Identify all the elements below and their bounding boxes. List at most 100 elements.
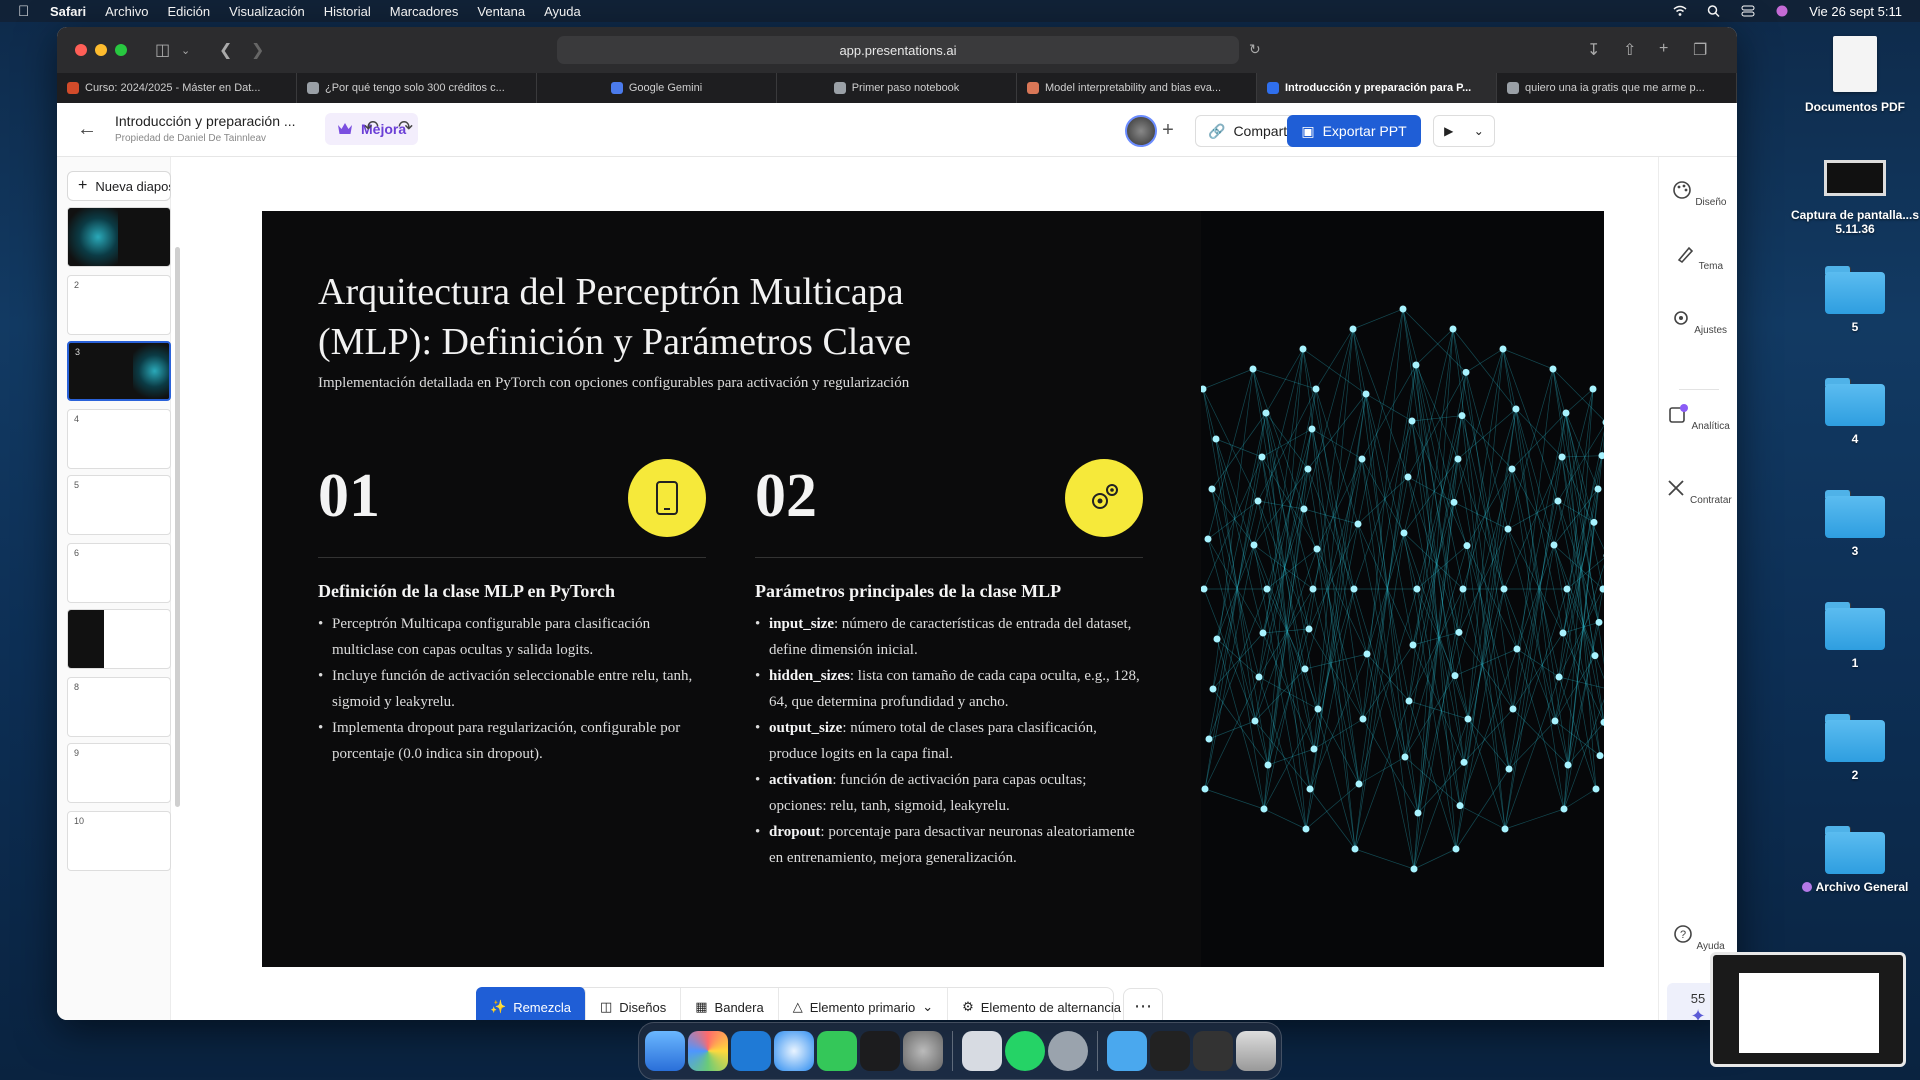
address-bar[interactable]: app.presentations.ai — [557, 36, 1239, 64]
tab-course[interactable]: Curso: 2024/2025 - Máster en Dat... — [57, 73, 297, 103]
new-slide-button[interactable]: + Nueva diaposi — [67, 171, 171, 201]
desktop-folder-archivo-general[interactable]: Archivo General — [1790, 826, 1920, 894]
network-node — [1262, 409, 1270, 417]
slide-subtitle[interactable]: Implementación detallada en PyTorch con … — [318, 375, 909, 392]
slide-thumbnail-4[interactable]: 4 — [67, 409, 171, 469]
slides-scrollbar[interactable] — [175, 247, 180, 807]
redo-icon[interactable]: ↷ — [398, 117, 413, 138]
slide-thumbnail-7[interactable]: 7 — [67, 609, 171, 669]
siri-icon[interactable] — [1775, 5, 1789, 17]
back-arrow-icon[interactable]: ← — [77, 118, 97, 141]
desktop-folder-5[interactable]: 5 — [1790, 266, 1920, 334]
share-icon[interactable]: ⇧ — [1623, 40, 1636, 60]
slide-thumbnail-5[interactable]: 5 — [67, 475, 171, 535]
slide-thumbnail-3[interactable]: 3 — [67, 341, 171, 401]
tab-notebook[interactable]: Primer paso notebook — [777, 73, 1017, 103]
wifi-icon[interactable] — [1673, 5, 1687, 17]
slide-thumbnail-6[interactable]: 6 — [67, 543, 171, 603]
present-button[interactable]: ▶ ⌄ — [1433, 115, 1495, 147]
desktop-folder-3[interactable]: 3 — [1790, 490, 1920, 558]
network-node — [1600, 718, 1604, 726]
desktop-item-screenshot[interactable]: Captura de pantalla...s 5.11.36 — [1790, 160, 1920, 236]
recent-window-icon[interactable] — [1150, 1031, 1190, 1071]
designs-button[interactable]: ◫ Diseños — [586, 988, 682, 1020]
forward-icon[interactable]: ❯ — [251, 40, 264, 60]
avatar[interactable] — [1125, 115, 1157, 147]
banner-button[interactable]: ▦ Bandera — [681, 988, 779, 1020]
menu-ventana[interactable]: Ventana — [477, 4, 525, 19]
menu-datetime[interactable]: Vie 26 sept 5:11 — [1809, 4, 1902, 19]
settings-tool[interactable]: Ajustes — [1659, 307, 1737, 336]
slide-thumbnail-1[interactable]: 1 — [67, 207, 171, 267]
help-button[interactable]: ? Ayuda — [1659, 923, 1737, 952]
more-options-button[interactable]: ⋯ — [1123, 988, 1163, 1020]
minimize-window-button[interactable] — [95, 44, 107, 56]
whatsapp-icon[interactable] — [1005, 1031, 1045, 1071]
menu-ayuda[interactable]: Ayuda — [544, 4, 581, 19]
hire-tool[interactable]: Contratar — [1659, 477, 1737, 506]
add-collaborator-button[interactable]: + — [1154, 117, 1182, 145]
facetime-icon[interactable] — [817, 1031, 857, 1071]
desktop-item-pdf-docs[interactable]: Documentos PDF — [1790, 36, 1920, 114]
slide-thumbnail-2[interactable]: 2 — [67, 275, 171, 335]
tab-model-interpretability[interactable]: Model interpretability and bias eva... — [1017, 73, 1257, 103]
menu-app-name[interactable]: Safari — [50, 4, 86, 19]
tab-overview-icon[interactable]: ❐ — [1693, 40, 1707, 60]
tab-presentations-active[interactable]: Introducción y preparación para P... — [1257, 73, 1497, 103]
network-node — [1505, 765, 1513, 773]
safari-icon[interactable] — [774, 1031, 814, 1071]
terminal-icon[interactable] — [860, 1031, 900, 1071]
slide-thumbnail-8[interactable]: 8 — [67, 677, 171, 737]
system-settings-icon[interactable] — [903, 1031, 943, 1071]
tab-credits[interactable]: ¿Por qué tengo solo 300 créditos c... — [297, 73, 537, 103]
new-tab-icon[interactable]: + — [1659, 40, 1668, 58]
downloads-folder-icon[interactable] — [1107, 1031, 1147, 1071]
control-center-icon[interactable] — [1741, 5, 1755, 17]
apple-icon[interactable]:  — [18, 3, 32, 20]
tex-icon[interactable] — [1048, 1031, 1088, 1071]
close-window-button[interactable] — [75, 44, 87, 56]
tab-gemini[interactable]: Google Gemini — [537, 73, 777, 103]
desktop-folder-1[interactable]: 1 — [1790, 602, 1920, 670]
remix-button[interactable]: ✨ Remezcla — [476, 987, 586, 1020]
desktop-folder-4[interactable]: 4 — [1790, 378, 1920, 446]
slide-thumbnail-9[interactable]: 9 — [67, 743, 171, 803]
menu-edicion[interactable]: Edición — [168, 4, 211, 19]
network-node — [1509, 705, 1517, 713]
menu-visualizacion[interactable]: Visualización — [229, 4, 305, 19]
analytics-tool[interactable]: Analítica — [1659, 403, 1737, 432]
spotlight-search-icon[interactable] — [1707, 5, 1721, 17]
design-tool[interactable]: Diseño — [1659, 179, 1737, 208]
preview-icon[interactable] — [962, 1031, 1002, 1071]
export-ppt-button[interactable]: ▣ Exportar PPT — [1287, 115, 1421, 147]
launchpad-icon[interactable] — [688, 1031, 728, 1071]
trash-icon[interactable] — [1236, 1031, 1276, 1071]
recent-window-icon[interactable] — [1193, 1031, 1233, 1071]
slide-title[interactable]: Arquitectura del Perceptrón Multicapa (M… — [318, 267, 1018, 367]
back-icon[interactable]: ❮ — [219, 40, 232, 60]
primary-element-dropdown[interactable]: △ Elemento primario ⌄ — [779, 988, 949, 1020]
undo-icon[interactable]: ↶ — [364, 117, 379, 138]
download-icon[interactable]: ↧ — [1587, 40, 1600, 60]
slide-canvas[interactable]: Arquitectura del Perceptrón Multicapa (M… — [262, 211, 1604, 967]
menu-historial[interactable]: Historial — [324, 4, 371, 19]
reload-icon[interactable]: ↻ — [1249, 41, 1261, 58]
zoom-window-button[interactable] — [115, 44, 127, 56]
neural-network-image[interactable] — [1199, 211, 1604, 967]
vscode-icon[interactable] — [731, 1031, 771, 1071]
screenshot-preview[interactable] — [1710, 952, 1906, 1067]
chevron-down-icon[interactable]: ⌄ — [1474, 124, 1484, 138]
menu-archivo[interactable]: Archivo — [105, 4, 148, 19]
desktop-folder-2[interactable]: 2 — [1790, 714, 1920, 782]
column-2[interactable]: 02 Parámetros principales de la clase ML… — [755, 459, 1143, 866]
theme-tool[interactable]: Tema — [1659, 243, 1737, 272]
tab-ia-gratis[interactable]: quiero una ia gratis que me arme p... — [1497, 73, 1737, 103]
slide-thumbnail-10[interactable]: 10 — [67, 811, 171, 871]
network-node — [1596, 752, 1604, 760]
chevron-down-icon[interactable]: ⌄ — [181, 44, 190, 57]
presentation-title[interactable]: Introducción y preparación ... — [115, 113, 296, 129]
menu-marcadores[interactable]: Marcadores — [390, 4, 459, 19]
column-1[interactable]: 01 Definición de la clase MLP en PyTorch… — [318, 459, 706, 762]
sidebar-toggle-icon[interactable]: ◫ — [155, 40, 170, 60]
finder-icon[interactable] — [645, 1031, 685, 1071]
